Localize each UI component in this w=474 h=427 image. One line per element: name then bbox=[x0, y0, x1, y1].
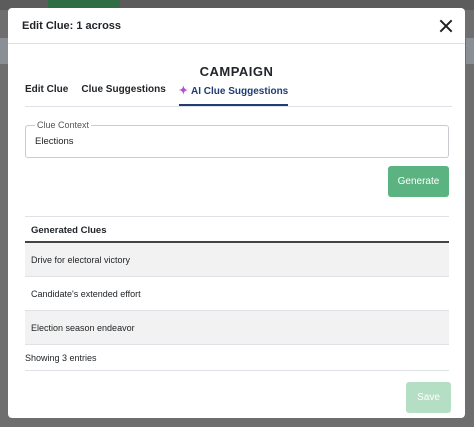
sparkle-icon: ✦ bbox=[178, 85, 189, 97]
modal-header: Edit Clue: 1 across bbox=[8, 8, 465, 44]
divider bbox=[25, 370, 449, 371]
generate-button[interactable]: Generate bbox=[388, 166, 449, 197]
table-header: Generated Clues bbox=[25, 217, 449, 243]
save-button[interactable]: Save bbox=[406, 382, 451, 413]
tab-ai-label: AI Clue Suggestions bbox=[191, 86, 289, 97]
clue-context-value: Elections bbox=[35, 136, 74, 147]
clue-context-field[interactable]: Clue Context Elections bbox=[25, 120, 449, 158]
table-row[interactable]: Candidate's extended effort bbox=[25, 277, 449, 311]
background-right-panel bbox=[466, 38, 474, 64]
tab-edit-clue[interactable]: Edit Clue bbox=[25, 82, 68, 106]
tab-clue-suggestions[interactable]: Clue Suggestions bbox=[81, 82, 165, 106]
modal-title: Edit Clue: 1 across bbox=[22, 19, 122, 32]
table-row[interactable]: Election season endeavor bbox=[25, 311, 449, 345]
table-row[interactable]: Drive for electoral victory bbox=[25, 243, 449, 277]
tab-ai-clue-suggestions[interactable]: ✦ AI Clue Suggestions bbox=[178, 82, 289, 106]
background-left-panel bbox=[0, 38, 8, 64]
tab-bar: Edit Clue Clue Suggestions ✦ AI Clue Sugg… bbox=[25, 82, 452, 107]
answer-word: CAMPAIGN bbox=[199, 64, 274, 79]
close-icon[interactable] bbox=[439, 19, 453, 33]
clue-context-label: Clue Context bbox=[35, 120, 92, 130]
edit-clue-modal: Edit Clue: 1 across CAMPAIGN Edit Clue C… bbox=[8, 8, 465, 418]
entries-count: Showing 3 entries bbox=[25, 353, 97, 363]
generated-clues-table: Generated Clues Drive for electoral vict… bbox=[25, 216, 449, 345]
